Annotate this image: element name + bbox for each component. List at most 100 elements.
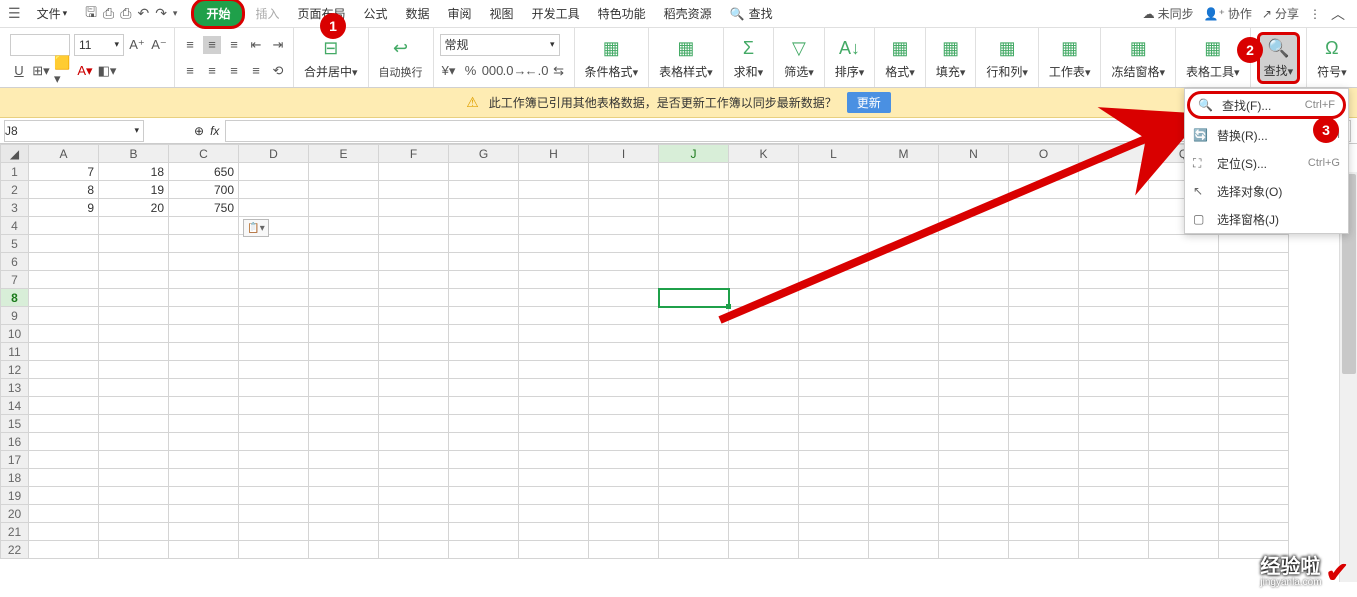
- row-header[interactable]: 4: [1, 217, 29, 235]
- cell[interactable]: [519, 487, 589, 505]
- redo-icon[interactable]: ↷: [155, 5, 167, 22]
- cell[interactable]: [1079, 541, 1149, 559]
- cell[interactable]: [449, 235, 519, 253]
- cell[interactable]: [379, 523, 449, 541]
- cell[interactable]: [169, 541, 239, 559]
- cell[interactable]: [309, 307, 379, 325]
- cell[interactable]: [1219, 361, 1289, 379]
- cell[interactable]: [659, 325, 729, 343]
- cell[interactable]: [99, 361, 169, 379]
- cell[interactable]: [239, 343, 309, 361]
- cell[interactable]: [1079, 433, 1149, 451]
- cell[interactable]: [239, 253, 309, 271]
- cell[interactable]: [1219, 307, 1289, 325]
- cell[interactable]: [99, 541, 169, 559]
- decrease-decimal-icon[interactable]: ←.0: [528, 62, 546, 80]
- cell[interactable]: [939, 253, 1009, 271]
- cell[interactable]: [1149, 307, 1219, 325]
- cell[interactable]: [519, 361, 589, 379]
- cell[interactable]: [239, 523, 309, 541]
- cell[interactable]: [1009, 307, 1079, 325]
- cell[interactable]: [1079, 325, 1149, 343]
- cell[interactable]: [239, 379, 309, 397]
- cell[interactable]: [1149, 361, 1219, 379]
- type-convert-icon[interactable]: ⇆: [550, 62, 568, 80]
- fx-search-icon[interactable]: ⊕: [194, 124, 204, 138]
- cell[interactable]: [169, 415, 239, 433]
- cell[interactable]: [589, 253, 659, 271]
- collapse-ribbon-icon[interactable]: ︿: [1331, 4, 1345, 24]
- row-header[interactable]: 12: [1, 361, 29, 379]
- cell[interactable]: [449, 415, 519, 433]
- cell[interactable]: [729, 487, 799, 505]
- cell[interactable]: [239, 163, 309, 181]
- cell[interactable]: [659, 505, 729, 523]
- cell[interactable]: [309, 451, 379, 469]
- cell[interactable]: [799, 289, 869, 307]
- cell[interactable]: [939, 307, 1009, 325]
- col-L[interactable]: L: [799, 145, 869, 163]
- cell[interactable]: [29, 451, 99, 469]
- row-header[interactable]: 3: [1, 199, 29, 217]
- cell[interactable]: [1149, 343, 1219, 361]
- cell[interactable]: [379, 181, 449, 199]
- cell[interactable]: [939, 451, 1009, 469]
- cell[interactable]: [1219, 271, 1289, 289]
- col-D[interactable]: D: [239, 145, 309, 163]
- cell[interactable]: [309, 469, 379, 487]
- cell[interactable]: [799, 325, 869, 343]
- cell[interactable]: [239, 235, 309, 253]
- cell[interactable]: [1079, 181, 1149, 199]
- format-button[interactable]: ▦格式▾: [881, 32, 919, 84]
- cell[interactable]: [1219, 505, 1289, 523]
- cell[interactable]: [869, 343, 939, 361]
- spreadsheet-grid[interactable]: ◢ A B C D E F G H I J K L M N O P Q 1718…: [0, 144, 1289, 559]
- cell[interactable]: [1219, 487, 1289, 505]
- cell[interactable]: [939, 415, 1009, 433]
- cell[interactable]: [309, 361, 379, 379]
- menu-goto[interactable]: ⛶定位(S)...Ctrl+G: [1185, 149, 1348, 177]
- cell[interactable]: [379, 361, 449, 379]
- cell[interactable]: [519, 289, 589, 307]
- cell[interactable]: [729, 289, 799, 307]
- cell[interactable]: [379, 379, 449, 397]
- cell[interactable]: [29, 235, 99, 253]
- cell[interactable]: [1079, 379, 1149, 397]
- cell[interactable]: [29, 253, 99, 271]
- orientation-icon[interactable]: ⟲: [269, 62, 287, 80]
- cell[interactable]: [1219, 469, 1289, 487]
- more-icon[interactable]: ⋮: [1309, 7, 1321, 21]
- find-button[interactable]: 🔍查找▾: [1257, 32, 1301, 84]
- underline-icon[interactable]: U: [10, 62, 28, 80]
- cell[interactable]: [449, 181, 519, 199]
- cell[interactable]: [99, 397, 169, 415]
- fill-button[interactable]: ▦填充▾: [932, 32, 970, 84]
- cell[interactable]: [169, 469, 239, 487]
- cell[interactable]: [309, 271, 379, 289]
- cell[interactable]: [99, 451, 169, 469]
- cell[interactable]: [939, 379, 1009, 397]
- cell[interactable]: [169, 505, 239, 523]
- cell[interactable]: [659, 451, 729, 469]
- rowcol-button[interactable]: ▦行和列▾: [982, 32, 1032, 84]
- print-icon[interactable]: ⎙: [120, 5, 131, 22]
- cell[interactable]: [869, 217, 939, 235]
- cell[interactable]: [239, 361, 309, 379]
- col-B[interactable]: B: [99, 145, 169, 163]
- update-button[interactable]: 更新: [847, 92, 891, 113]
- cell[interactable]: [449, 379, 519, 397]
- cell[interactable]: [379, 415, 449, 433]
- cell[interactable]: [449, 271, 519, 289]
- cell[interactable]: [449, 487, 519, 505]
- cell[interactable]: [309, 343, 379, 361]
- cell[interactable]: [519, 505, 589, 523]
- cell[interactable]: [939, 361, 1009, 379]
- cell[interactable]: [729, 541, 799, 559]
- cell[interactable]: [1149, 505, 1219, 523]
- tab-features[interactable]: 特色功能: [590, 1, 654, 26]
- cell[interactable]: [99, 271, 169, 289]
- cell[interactable]: [589, 343, 659, 361]
- cell[interactable]: [589, 397, 659, 415]
- cell[interactable]: [239, 433, 309, 451]
- font-color-icon[interactable]: A▾: [76, 62, 94, 80]
